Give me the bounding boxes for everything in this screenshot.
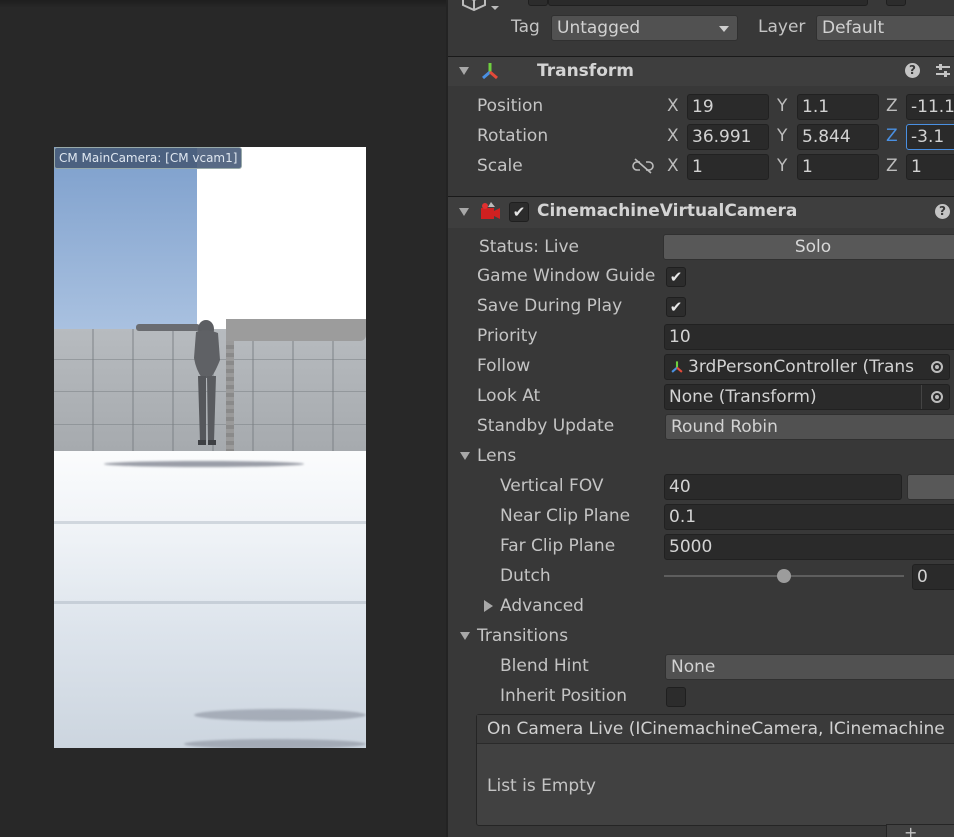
rotation-x-axis[interactable]: X — [667, 126, 679, 146]
follow-label: Follow — [477, 356, 531, 376]
advanced-label[interactable]: Advanced — [500, 596, 584, 616]
inherit-position-label: Inherit Position — [500, 686, 627, 706]
game-view[interactable]: CM MainCamera: [CM vcam1] — [0, 0, 446, 837]
game-window-guides-checkbox[interactable]: ✔ — [666, 267, 686, 287]
vcam-component-icon — [481, 202, 500, 219]
dutch-label: Dutch — [500, 566, 551, 586]
active-checkbox[interactable] — [528, 0, 548, 6]
position-y-axis[interactable]: Y — [777, 96, 787, 116]
foldout-arrow-icon[interactable] — [459, 208, 469, 216]
rotation-label: Rotation — [477, 126, 549, 146]
standby-update-label: Standby Update — [477, 416, 615, 436]
help-icon[interactable]: ? — [905, 63, 920, 78]
object-picker-icon[interactable] — [931, 391, 943, 403]
rotation-x-field[interactable]: 36.991 — [687, 124, 769, 150]
far-clip-field[interactable]: 5000 — [664, 534, 954, 560]
tag-value: Untagged — [557, 18, 641, 38]
position-z-axis[interactable]: Z — [886, 96, 898, 116]
position-y-field[interactable]: 1.1 — [797, 94, 879, 120]
far-clip-label: Far Clip Plane — [500, 536, 616, 556]
transitions-foldout-icon[interactable] — [460, 632, 470, 640]
transform-header[interactable]: Transform ? — [448, 56, 954, 86]
rotation-z-field[interactable]: -3.1 — [906, 124, 954, 150]
object-name-field[interactable] — [548, 0, 868, 6]
transform-axes-icon — [482, 63, 498, 80]
add-listener-button[interactable]: + — [904, 823, 917, 837]
ledge — [226, 319, 366, 341]
cube-icon — [462, 0, 499, 12]
position-label: Position — [477, 96, 544, 116]
vcam-header[interactable]: ✔ CinemachineVirtualCamera ? — [448, 196, 954, 228]
rotation-y-field[interactable]: 5.844 — [797, 124, 879, 150]
chevron-down-icon — [719, 26, 729, 32]
position-x-axis[interactable]: X — [667, 96, 679, 116]
list-empty-text: List is Empty — [487, 776, 596, 796]
static-checkbox[interactable] — [886, 0, 906, 6]
layer-value: Default — [822, 18, 885, 38]
near-clip-field[interactable]: 0.1 — [664, 504, 954, 530]
lens-label[interactable]: Lens — [477, 446, 516, 466]
standby-update-dropdown[interactable]: Round Robin — [665, 414, 954, 440]
follow-value: 3rdPersonController (Trans — [688, 357, 915, 377]
vcam-enabled-checkbox[interactable]: ✔ — [509, 202, 529, 222]
on-camera-live-label: On Camera Live (ICinemachineCamera, ICin… — [487, 719, 945, 739]
foldout-arrow-icon[interactable] — [459, 67, 469, 75]
position-x-field[interactable]: 19 — [687, 94, 769, 120]
priority-label: Priority — [477, 326, 538, 346]
fov-preset-dropdown[interactable] — [907, 474, 954, 500]
tag-dropdown[interactable]: Untagged — [551, 15, 738, 41]
rotation-z-axis[interactable]: Z — [886, 126, 898, 146]
rotation-y-axis[interactable]: Y — [777, 126, 787, 146]
advanced-foldout-icon[interactable] — [484, 600, 493, 612]
scale-x-axis[interactable]: X — [667, 156, 679, 176]
vertical-fov-label: Vertical FOV — [500, 476, 604, 496]
scale-label: Scale — [477, 156, 523, 176]
help-icon[interactable]: ? — [935, 204, 950, 219]
dutch-field[interactable]: 0 — [912, 564, 954, 590]
add-remove-bar: + — [886, 823, 954, 837]
near-clip-label: Near Clip Plane — [500, 506, 631, 526]
scale-z-axis[interactable]: Z — [886, 156, 898, 176]
priority-field[interactable]: 10 — [664, 324, 954, 350]
player-character — [136, 320, 220, 445]
toolbar-shadow — [0, 0, 446, 8]
blend-hint-dropdown[interactable]: None — [665, 654, 954, 680]
layer-label: Layer — [758, 17, 806, 37]
look-at-field[interactable]: None (Transform) — [664, 384, 950, 410]
scale-x-field[interactable]: 1 — [687, 154, 769, 180]
unlink-icon[interactable] — [632, 158, 654, 174]
vertical-fov-field[interactable]: 40 — [664, 474, 902, 500]
dutch-slider-thumb[interactable] — [777, 569, 791, 583]
look-at-label: Look At — [477, 386, 541, 406]
status-label: Status: Live — [479, 237, 580, 257]
layer-dropdown[interactable]: Default — [816, 15, 954, 41]
solo-button[interactable]: Solo — [663, 234, 954, 260]
field-divider — [921, 385, 922, 409]
transitions-label[interactable]: Transitions — [477, 626, 568, 646]
scale-y-field[interactable]: 1 — [797, 154, 879, 180]
sky — [54, 147, 197, 329]
tag-label: Tag — [511, 17, 540, 37]
camera-overlay-label: CM MainCamera: [CM vcam1] — [54, 147, 243, 169]
save-during-play-checkbox[interactable]: ✔ — [666, 297, 686, 317]
scale-y-axis[interactable]: Y — [777, 156, 787, 176]
scale-z-field[interactable]: 1 — [906, 154, 954, 180]
save-during-play-label: Save During Play — [477, 296, 623, 316]
object-picker-icon[interactable] — [931, 361, 943, 373]
look-at-value: None (Transform) — [669, 387, 817, 407]
position-z-field[interactable]: -11.1 — [906, 94, 954, 120]
lens-foldout-icon[interactable] — [460, 452, 470, 460]
floor — [54, 451, 366, 748]
vcam-title: CinemachineVirtualCamera — [537, 201, 798, 221]
inherit-position-checkbox[interactable] — [666, 687, 686, 707]
on-camera-live-event[interactable]: On Camera Live (ICinemachineCamera, ICin… — [476, 714, 954, 826]
game-viewport[interactable] — [54, 147, 366, 748]
follow-field[interactable]: 3rdPersonController (Trans — [664, 354, 950, 380]
blend-hint-label: Blend Hint — [500, 656, 589, 676]
transform-title: Transform — [537, 61, 634, 81]
game-window-guides-label: Game Window Guide — [477, 266, 656, 286]
inspector-panel[interactable]: Tag Untagged Layer Default Transform ? P… — [446, 0, 954, 837]
transform-axes-icon — [671, 361, 683, 373]
preset-icon[interactable] — [934, 63, 952, 79]
